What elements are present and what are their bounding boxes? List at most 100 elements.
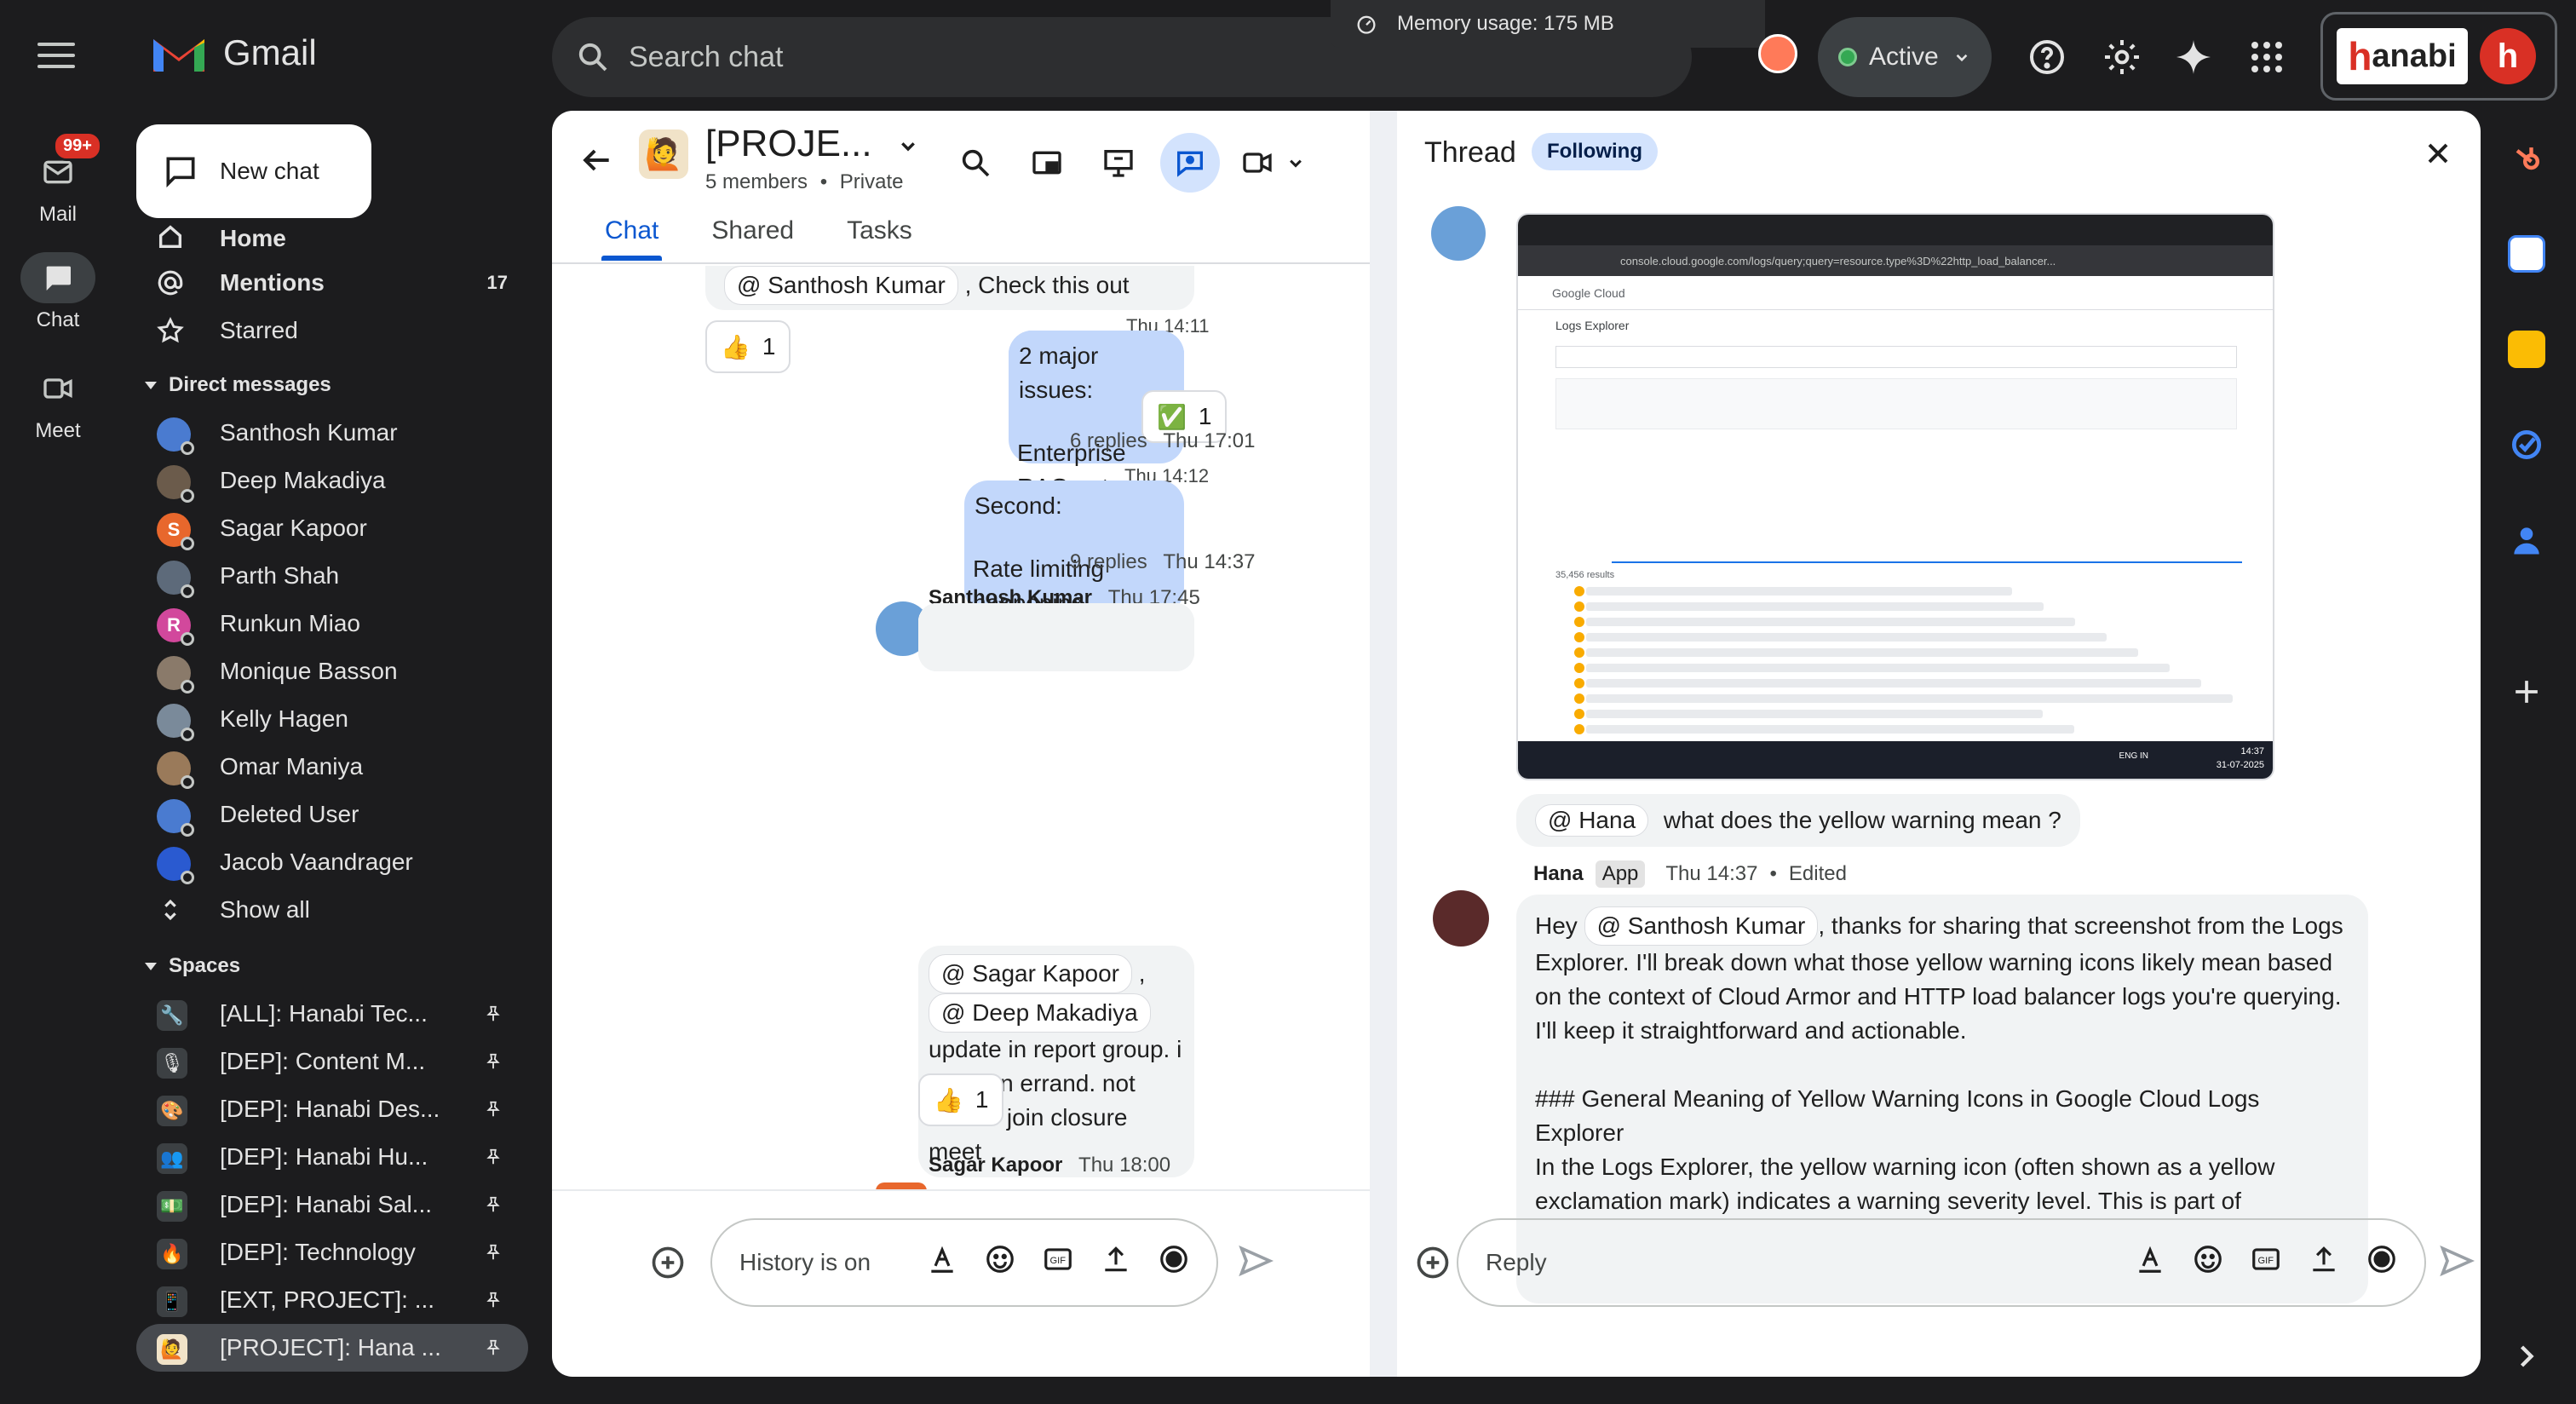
rail-meet[interactable]: Meet xyxy=(0,363,116,443)
pin-icon[interactable] xyxy=(484,1099,503,1119)
gif-icon[interactable]: GIF xyxy=(1041,1242,1075,1276)
dm-item[interactable]: Monique Basson xyxy=(136,647,528,695)
sidebar-item-mentions[interactable]: Mentions 17 xyxy=(136,259,528,307)
show-all-button[interactable]: Show all xyxy=(136,886,528,934)
mention-chip[interactable]: @ Deep Makadiya xyxy=(929,993,1151,1033)
add-addon-icon[interactable] xyxy=(2508,673,2545,711)
main-menu-icon[interactable] xyxy=(37,43,75,70)
mention-chip[interactable]: @ Santhosh Kumar xyxy=(1584,906,1819,946)
dm-item[interactable]: Kelly Hagen xyxy=(136,695,528,743)
settings-gear-icon[interactable] xyxy=(2099,34,2145,80)
send-icon[interactable] xyxy=(1237,1242,1274,1280)
pin-icon[interactable] xyxy=(484,1194,503,1215)
panel-divider[interactable] xyxy=(1370,111,1397,1377)
hubspot-extension-icon[interactable] xyxy=(1758,34,1797,73)
space-item[interactable]: 💵 [DEP]: Hanabi Sal... xyxy=(136,1181,528,1228)
account-switcher[interactable]: h anabi h xyxy=(2320,12,2557,101)
format-text-icon[interactable] xyxy=(925,1242,959,1276)
picture-in-picture-button[interactable] xyxy=(1017,133,1077,193)
gemini-sparkle-icon[interactable] xyxy=(2171,34,2217,80)
keep-icon[interactable] xyxy=(2508,331,2545,368)
mention-chip[interactable]: @ Sagar Kapoor xyxy=(929,954,1132,993)
thread-replies-link[interactable]: 9 replies Thu 14:37 xyxy=(1070,550,1255,574)
space-item[interactable]: 🎨 [DEP]: Hanabi Des... xyxy=(136,1085,528,1133)
presence-dot xyxy=(181,775,194,789)
search-input[interactable]: Search chat xyxy=(629,41,783,74)
record-video-icon[interactable] xyxy=(1157,1242,1191,1276)
dm-item[interactable]: Parth Shah xyxy=(136,552,528,600)
tab-tasks[interactable]: Tasks xyxy=(843,216,916,256)
tab-chat[interactable]: Chat xyxy=(601,216,663,261)
space-item[interactable]: 👥 [DEP]: Hanabi Hu... xyxy=(136,1133,528,1181)
sidebar-item-starred[interactable]: Starred xyxy=(136,307,528,354)
contacts-icon[interactable] xyxy=(2508,521,2545,559)
gmail-logo[interactable]: Gmail xyxy=(150,31,317,75)
chat-input[interactable]: History is on xyxy=(739,1249,871,1276)
status-dropdown[interactable]: Active xyxy=(1818,17,1992,97)
new-chat-button[interactable]: New chat xyxy=(136,124,371,218)
reply-input[interactable]: Reply xyxy=(1486,1249,1547,1276)
hana-avatar[interactable] xyxy=(1433,890,1489,947)
space-item[interactable]: 🔧 [ALL]: Hanabi Tec... xyxy=(136,990,528,1038)
present-button[interactable] xyxy=(1089,133,1148,193)
tasks-icon[interactable] xyxy=(2508,426,2545,463)
sender-name[interactable]: Sagar Kapoor xyxy=(929,1154,1062,1177)
space-item[interactable]: 📱 [EXT, PROJECT]: ... xyxy=(136,1276,528,1324)
video-camera-icon xyxy=(1243,152,1272,173)
close-icon[interactable] xyxy=(2421,136,2455,170)
pin-icon[interactable] xyxy=(484,1051,503,1072)
emoji-icon[interactable] xyxy=(983,1242,1017,1276)
dm-item[interactable]: Deleted User xyxy=(136,791,528,838)
pin-icon[interactable] xyxy=(484,1338,503,1358)
upload-icon[interactable] xyxy=(1099,1242,1133,1276)
dm-item[interactable]: Jacob Vaandrager xyxy=(136,838,528,886)
space-title[interactable]: [PROJE... xyxy=(705,123,922,165)
space-item[interactable]: 🔥 [DEP]: Technology xyxy=(136,1228,528,1276)
send-icon[interactable] xyxy=(2438,1242,2475,1280)
sender-avatar[interactable] xyxy=(1431,206,1486,261)
reaction-chip[interactable]: 👍 1 xyxy=(705,320,791,373)
record-video-icon[interactable] xyxy=(2365,1242,2399,1276)
pin-icon[interactable] xyxy=(484,1242,503,1263)
start-meeting-button[interactable] xyxy=(1232,133,1283,193)
search-in-chat-button[interactable] xyxy=(946,133,1005,193)
following-toggle[interactable]: Following xyxy=(1532,133,1658,170)
reaction-chip[interactable]: 👍 1 xyxy=(918,1073,1004,1126)
thread-replies-link[interactable]: 6 replies Thu 17:01 xyxy=(1070,429,1255,453)
dm-item[interactable]: S Sagar Kapoor xyxy=(136,504,528,552)
dm-item[interactable]: Santhosh Kumar xyxy=(136,409,528,457)
apps-grid-icon[interactable] xyxy=(2244,34,2290,80)
dm-item[interactable]: Deep Makadiya xyxy=(136,457,528,504)
attached-screenshot[interactable]: console.cloud.google.com/logs/query;quer… xyxy=(1516,213,2274,780)
rail-chat[interactable]: Chat xyxy=(0,252,116,332)
dm-item[interactable]: Omar Maniya xyxy=(136,743,528,791)
direct-messages-header[interactable]: Direct messages xyxy=(136,361,528,409)
mention-chip[interactable]: @ Santhosh Kumar xyxy=(724,266,958,305)
chevron-right-icon[interactable] xyxy=(2508,1338,2545,1375)
help-icon[interactable] xyxy=(2024,34,2070,80)
reply-composer[interactable]: Reply GIF xyxy=(1457,1218,2426,1307)
add-attachment-icon[interactable] xyxy=(649,1244,687,1281)
emoji-icon[interactable] xyxy=(2191,1242,2225,1276)
sender-name[interactable]: Hana xyxy=(1533,862,1584,886)
mention-chip[interactable]: @ Hana xyxy=(1535,804,1649,837)
sidebar-item-home[interactable]: Home xyxy=(136,218,528,259)
back-arrow-icon[interactable] xyxy=(578,141,615,179)
calendar-icon[interactable] xyxy=(2508,235,2545,273)
hubspot-icon[interactable] xyxy=(2508,140,2545,177)
upload-icon[interactable] xyxy=(2307,1242,2341,1276)
chat-composer[interactable]: History is on GIF xyxy=(710,1218,1218,1307)
pin-icon[interactable] xyxy=(484,1290,503,1310)
spaces-header[interactable]: Spaces xyxy=(136,942,528,990)
pin-icon[interactable] xyxy=(484,1004,503,1024)
add-attachment-icon[interactable] xyxy=(1414,1244,1452,1281)
pin-icon[interactable] xyxy=(484,1147,503,1167)
threads-toggle-button[interactable] xyxy=(1160,133,1220,193)
format-text-icon[interactable] xyxy=(2133,1242,2167,1276)
space-item[interactable]: 🎙 [DEP]: Content M... xyxy=(136,1038,528,1085)
meeting-options-dropdown[interactable] xyxy=(1283,133,1308,193)
space-item[interactable]: 🙋 [PROJECT]: Hana ... xyxy=(136,1324,528,1372)
tab-shared[interactable]: Shared xyxy=(708,216,797,256)
dm-item[interactable]: R Runkun Miao xyxy=(136,600,528,647)
gif-icon[interactable]: GIF xyxy=(2249,1242,2283,1276)
